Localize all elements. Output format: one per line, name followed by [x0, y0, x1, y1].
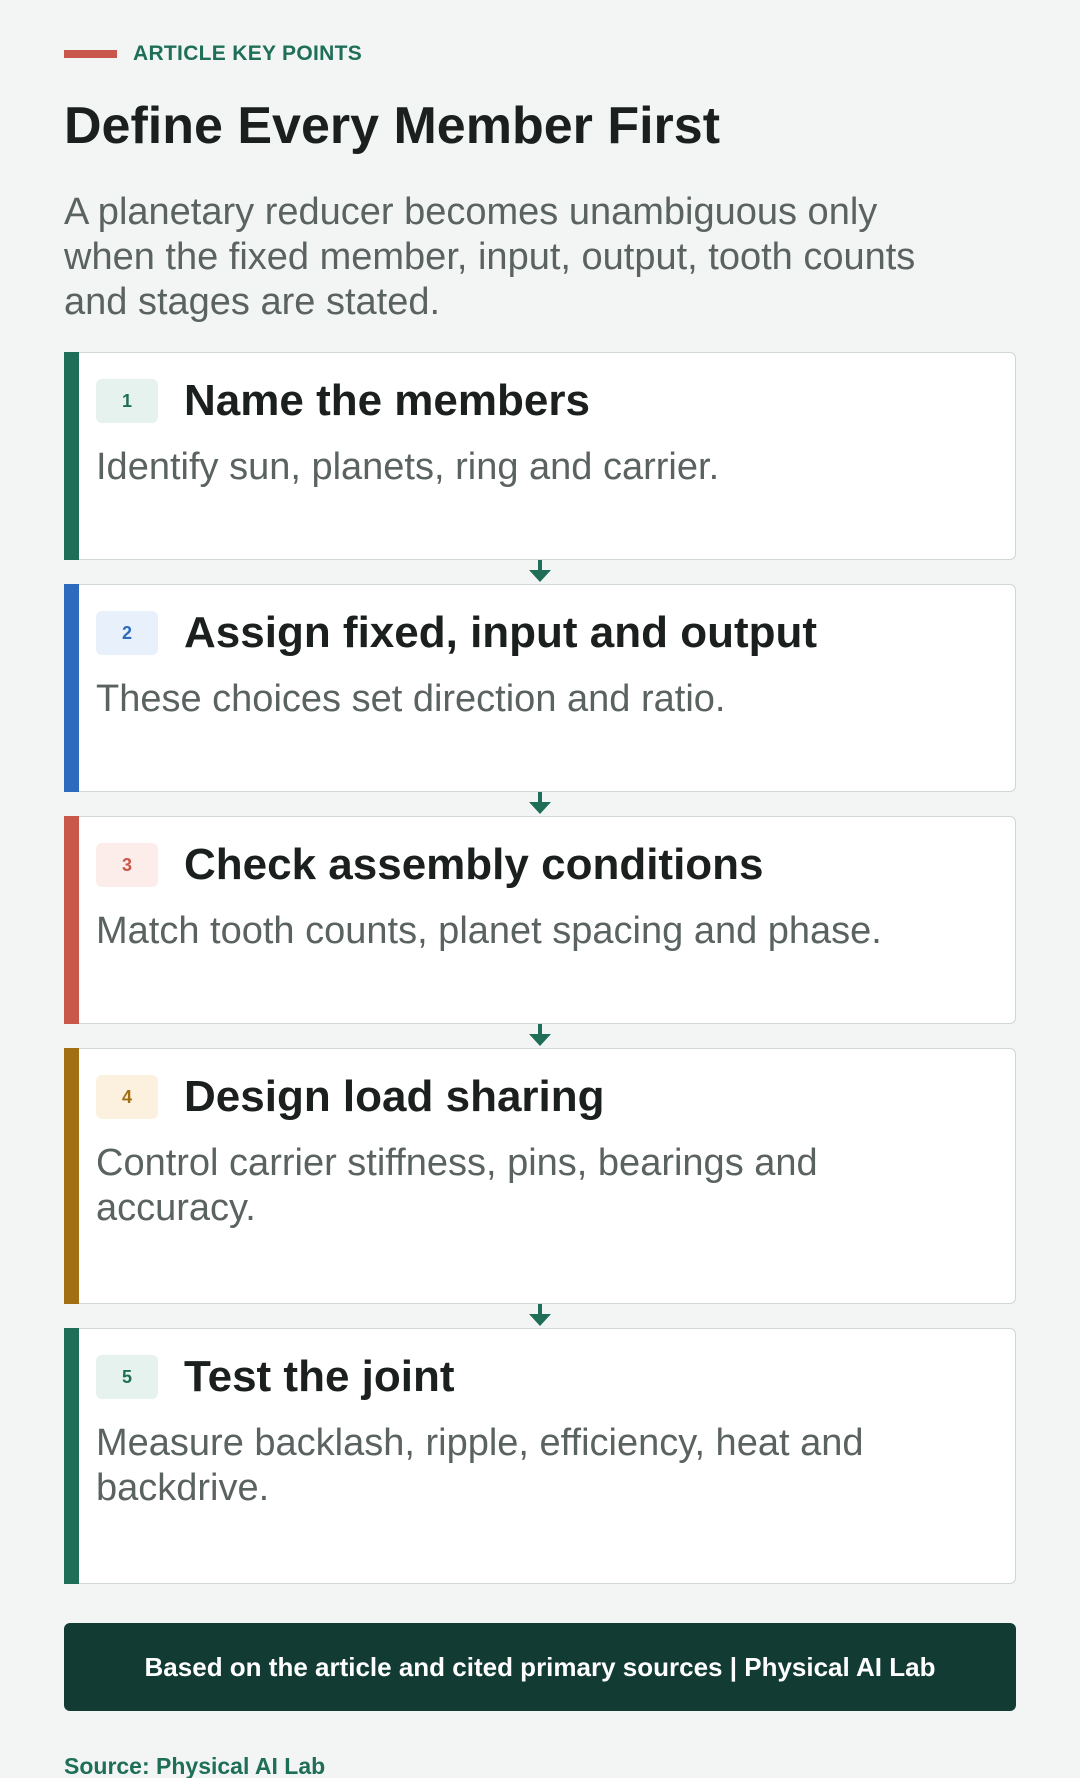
step-header: 5 Test the joint [96, 1352, 985, 1401]
step-card: 3 Check assembly conditions Match tooth co… [64, 816, 1016, 1024]
step-card: 5 Test the joint Measure backlash, ripple,… [64, 1328, 1016, 1584]
step-title: Check assembly conditions [184, 840, 764, 889]
step-connector [64, 1304, 1016, 1328]
steps-list: 1 Name the members Identify sun, planets, … [64, 352, 1016, 1584]
step-accent-bar [64, 1328, 79, 1584]
arrow-down-icon [529, 792, 551, 814]
arrow-down-icon [529, 1304, 551, 1326]
step-card: 2 Assign fixed, input and output These cho… [64, 584, 1016, 792]
step-header: 4 Design load sharing [96, 1072, 985, 1121]
step-description: Match tooth counts, planet spacing and p… [96, 910, 882, 953]
step-accent-bar [64, 584, 79, 792]
kicker-label: ARTICLE KEY POINTS [133, 42, 363, 65]
step-number-badge: 5 [96, 1355, 158, 1400]
step-card: 1 Name the members Identify sun, planets, … [64, 352, 1016, 560]
step-header: 3 Check assembly conditions [96, 840, 985, 889]
step-description: Control carrier stiffness, pins, bearing… [96, 1142, 818, 1230]
step-accent-bar [64, 1048, 79, 1304]
step-title: Design load sharing [184, 1072, 605, 1121]
arrow-down-icon [529, 560, 551, 582]
step-description: These choices set direction and ratio. [96, 678, 726, 721]
step-number-badge: 3 [96, 843, 158, 888]
step-number-badge: 2 [96, 611, 158, 656]
step-number-badge: 1 [96, 379, 158, 424]
step-number-badge: 4 [96, 1075, 158, 1120]
step-description: Identify sun, planets, ring and carrier. [96, 446, 720, 489]
kicker-accent-bar [64, 50, 117, 58]
step-connector [64, 792, 1016, 816]
step-card: 4 Design load sharing Control carrier stif… [64, 1048, 1016, 1304]
step-title: Name the members [184, 376, 590, 425]
page-title: Define Every Member First [64, 97, 721, 155]
page-subtitle: A planetary reducer becomes unambiguous … [64, 191, 916, 323]
step-connector [64, 1024, 1016, 1048]
step-header: 2 Assign fixed, input and output [96, 608, 985, 657]
kicker: ARTICLE KEY POINTS [64, 42, 362, 66]
arrow-down-icon [529, 1024, 551, 1046]
step-accent-bar [64, 816, 79, 1024]
step-connector [64, 560, 1016, 584]
step-description: Measure backlash, ripple, efficiency, he… [96, 1422, 864, 1510]
source-credit: Source: Physical AI Lab [64, 1753, 326, 1778]
step-header: 1 Name the members [96, 376, 985, 425]
step-accent-bar [64, 352, 79, 560]
step-title: Test the joint [184, 1352, 455, 1401]
infographic-page: ARTICLE KEY POINTS Define Every Member F… [0, 0, 1080, 1778]
footer-banner: Based on the article and cited primary s… [64, 1623, 1016, 1711]
step-title: Assign fixed, input and output [184, 608, 818, 657]
